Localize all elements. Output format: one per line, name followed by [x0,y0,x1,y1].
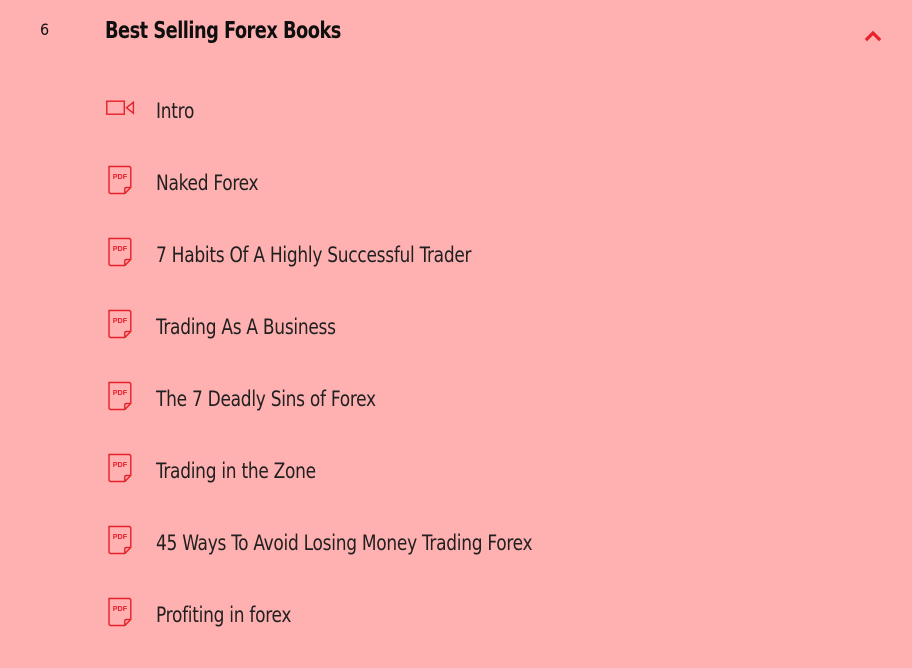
lesson-title: Naked Forex [156,171,259,195]
pdf-label: PDF [113,172,128,181]
pdf-label: PDF [113,316,128,325]
lesson-title: Trading As A Business [156,315,336,339]
pdf-icon: PDF [106,308,136,340]
lesson-item-naked-forex[interactable]: PDF Naked Forex [0,150,912,222]
section-number: 6 [40,20,50,39]
chevron-up-icon[interactable] [860,22,886,46]
pdf-icon: PDF [106,452,136,484]
lesson-item-7-habits[interactable]: PDF 7 Habits Of A Highly Successful Trad… [0,222,912,294]
lesson-item-profiting-in-forex[interactable]: PDF Profiting in forex [0,582,912,654]
lesson-item-trading-as-a-business[interactable]: PDF Trading As A Business [0,294,912,366]
lesson-title: Intro [156,99,195,123]
lesson-title: The 7 Deadly Sins of Forex [156,387,376,411]
lesson-list: Intro PDF Naked Forex PDF 7 Habits Of A … [0,78,912,654]
lesson-item-trading-in-the-zone[interactable]: PDF Trading in the Zone [0,438,912,510]
pdf-icon: PDF [106,164,136,196]
lesson-title: 45 Ways To Avoid Losing Money Trading Fo… [156,531,533,555]
lesson-item-45-ways[interactable]: PDF 45 Ways To Avoid Losing Money Tradin… [0,510,912,582]
section-title: Best Selling Forex Books [105,18,341,44]
pdf-label: PDF [113,244,128,253]
pdf-icon: PDF [106,236,136,268]
video-icon [106,92,136,124]
lesson-title: Trading in the Zone [156,459,316,483]
pdf-icon: PDF [106,524,136,556]
pdf-label: PDF [113,460,128,469]
lesson-item-7-deadly-sins[interactable]: PDF The 7 Deadly Sins of Forex [0,366,912,438]
section-header[interactable]: 6 Best Selling Forex Books [0,0,912,70]
pdf-label: PDF [113,604,128,613]
lesson-title: Profiting in forex [156,603,292,627]
pdf-icon: PDF [106,380,136,412]
lesson-item-intro[interactable]: Intro [0,78,912,150]
pdf-label: PDF [113,388,128,397]
lesson-title: 7 Habits Of A Highly Successful Trader [156,243,472,267]
pdf-label: PDF [113,532,128,541]
pdf-icon: PDF [106,596,136,628]
